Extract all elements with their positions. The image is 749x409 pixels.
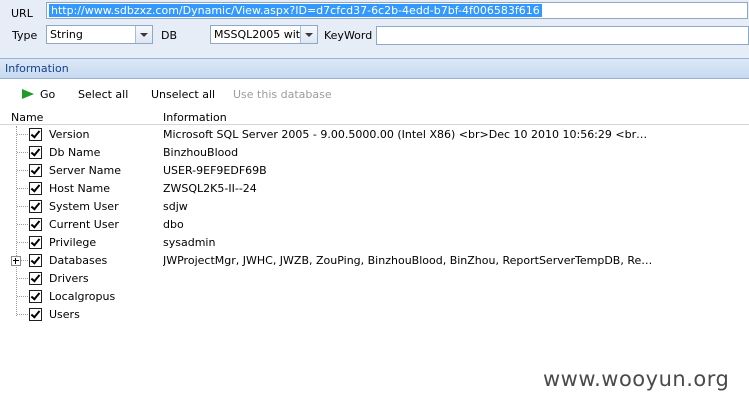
- row-name: Server Name: [49, 164, 122, 177]
- go-button[interactable]: Go: [40, 88, 55, 101]
- checkbox[interactable]: [29, 182, 42, 195]
- row-name: Version: [49, 128, 90, 141]
- column-information-header[interactable]: Information: [163, 111, 227, 124]
- tree-row-db-name[interactable]: Db Name BinzhouBlood: [0, 144, 749, 162]
- checkbox[interactable]: [29, 164, 42, 177]
- tree-row-drivers[interactable]: Drivers: [0, 270, 749, 288]
- checkbox[interactable]: [29, 146, 42, 159]
- row-information: sysadmin: [163, 236, 216, 249]
- row-information: JWProjectMgr, JWHC, JWZB, ZouPing, Binzh…: [163, 254, 653, 267]
- type-label: Type: [12, 29, 38, 42]
- row-name: Drivers: [49, 272, 89, 285]
- tree-row-system-user[interactable]: System User sdjw: [0, 198, 749, 216]
- unselect-all-button[interactable]: Unselect all: [151, 88, 215, 101]
- checkbox[interactable]: [29, 272, 42, 285]
- tree-row-current-user[interactable]: Current User dbo: [0, 216, 749, 234]
- checkbox[interactable]: [29, 128, 42, 141]
- toolbar: Go Select all Unselect all Use this data…: [0, 80, 749, 108]
- play-icon[interactable]: [22, 89, 34, 99]
- row-name: Current User: [49, 218, 119, 231]
- chevron-down-icon[interactable]: [300, 26, 317, 43]
- checkbox[interactable]: [29, 290, 42, 303]
- checkbox[interactable]: [29, 200, 42, 213]
- row-name: System User: [49, 200, 119, 213]
- row-name: Host Name: [49, 182, 110, 195]
- row-name: Privilege: [49, 236, 97, 249]
- type-select-value: String: [50, 28, 83, 41]
- row-information: Microsoft SQL Server 2005 - 9.00.5000.00…: [163, 128, 653, 141]
- row-information: ZWSQL2K5-II--24: [163, 182, 257, 195]
- tree-row-server-name[interactable]: Server Name USER-9EF9EDF69B: [0, 162, 749, 180]
- tree-column-header: Name Information: [0, 109, 749, 125]
- url-input[interactable]: http://www.sdbzxz.com/Dynamic/View.aspx?…: [46, 2, 748, 19]
- tree-row-databases[interactable]: Databases JWProjectMgr, JWHC, JWZB, ZouP…: [0, 252, 749, 270]
- column-name-header[interactable]: Name: [11, 111, 43, 124]
- type-select[interactable]: String: [46, 25, 153, 44]
- keyword-input[interactable]: [376, 26, 749, 45]
- tree-row-host-name[interactable]: Host Name ZWSQL2K5-II--24: [0, 180, 749, 198]
- select-all-button[interactable]: Select all: [78, 88, 128, 101]
- watermark-text: www.wooyun.org: [543, 367, 730, 391]
- tree-row-privilege[interactable]: Privilege sysadmin: [0, 234, 749, 252]
- checkbox[interactable]: [29, 236, 42, 249]
- checkbox[interactable]: [29, 254, 42, 267]
- row-name: Users: [49, 308, 80, 321]
- tree-row-users[interactable]: Users: [0, 306, 749, 324]
- row-name: Db Name: [49, 146, 101, 159]
- keyword-label: KeyWord: [324, 29, 373, 42]
- db-select[interactable]: MSSQL2005 with E: [210, 25, 318, 44]
- information-panel-header: Information: [0, 58, 749, 79]
- tree-row-localgropus[interactable]: Localgropus: [0, 288, 749, 306]
- url-label: URL: [11, 7, 33, 20]
- row-name: Databases: [49, 254, 108, 267]
- query-form: URL http://www.sdbzxz.com/Dynamic/View.a…: [0, 0, 749, 58]
- url-value: http://www.sdbzxz.com/Dynamic/View.aspx?…: [49, 4, 542, 17]
- checkbox[interactable]: [29, 308, 42, 321]
- chevron-down-icon[interactable]: [135, 26, 152, 43]
- row-information: sdjw: [163, 200, 188, 213]
- checkbox[interactable]: [29, 218, 42, 231]
- use-database-button[interactable]: Use this database: [233, 88, 332, 101]
- row-information: USER-9EF9EDF69B: [163, 164, 267, 177]
- tree-row-version[interactable]: Version Microsoft SQL Server 2005 - 9.00…: [0, 126, 749, 144]
- row-information: dbo: [163, 218, 184, 231]
- db-label: DB: [161, 29, 178, 42]
- row-information: BinzhouBlood: [163, 146, 239, 159]
- row-name: Localgropus: [49, 290, 116, 303]
- panel-title: Information: [5, 62, 69, 75]
